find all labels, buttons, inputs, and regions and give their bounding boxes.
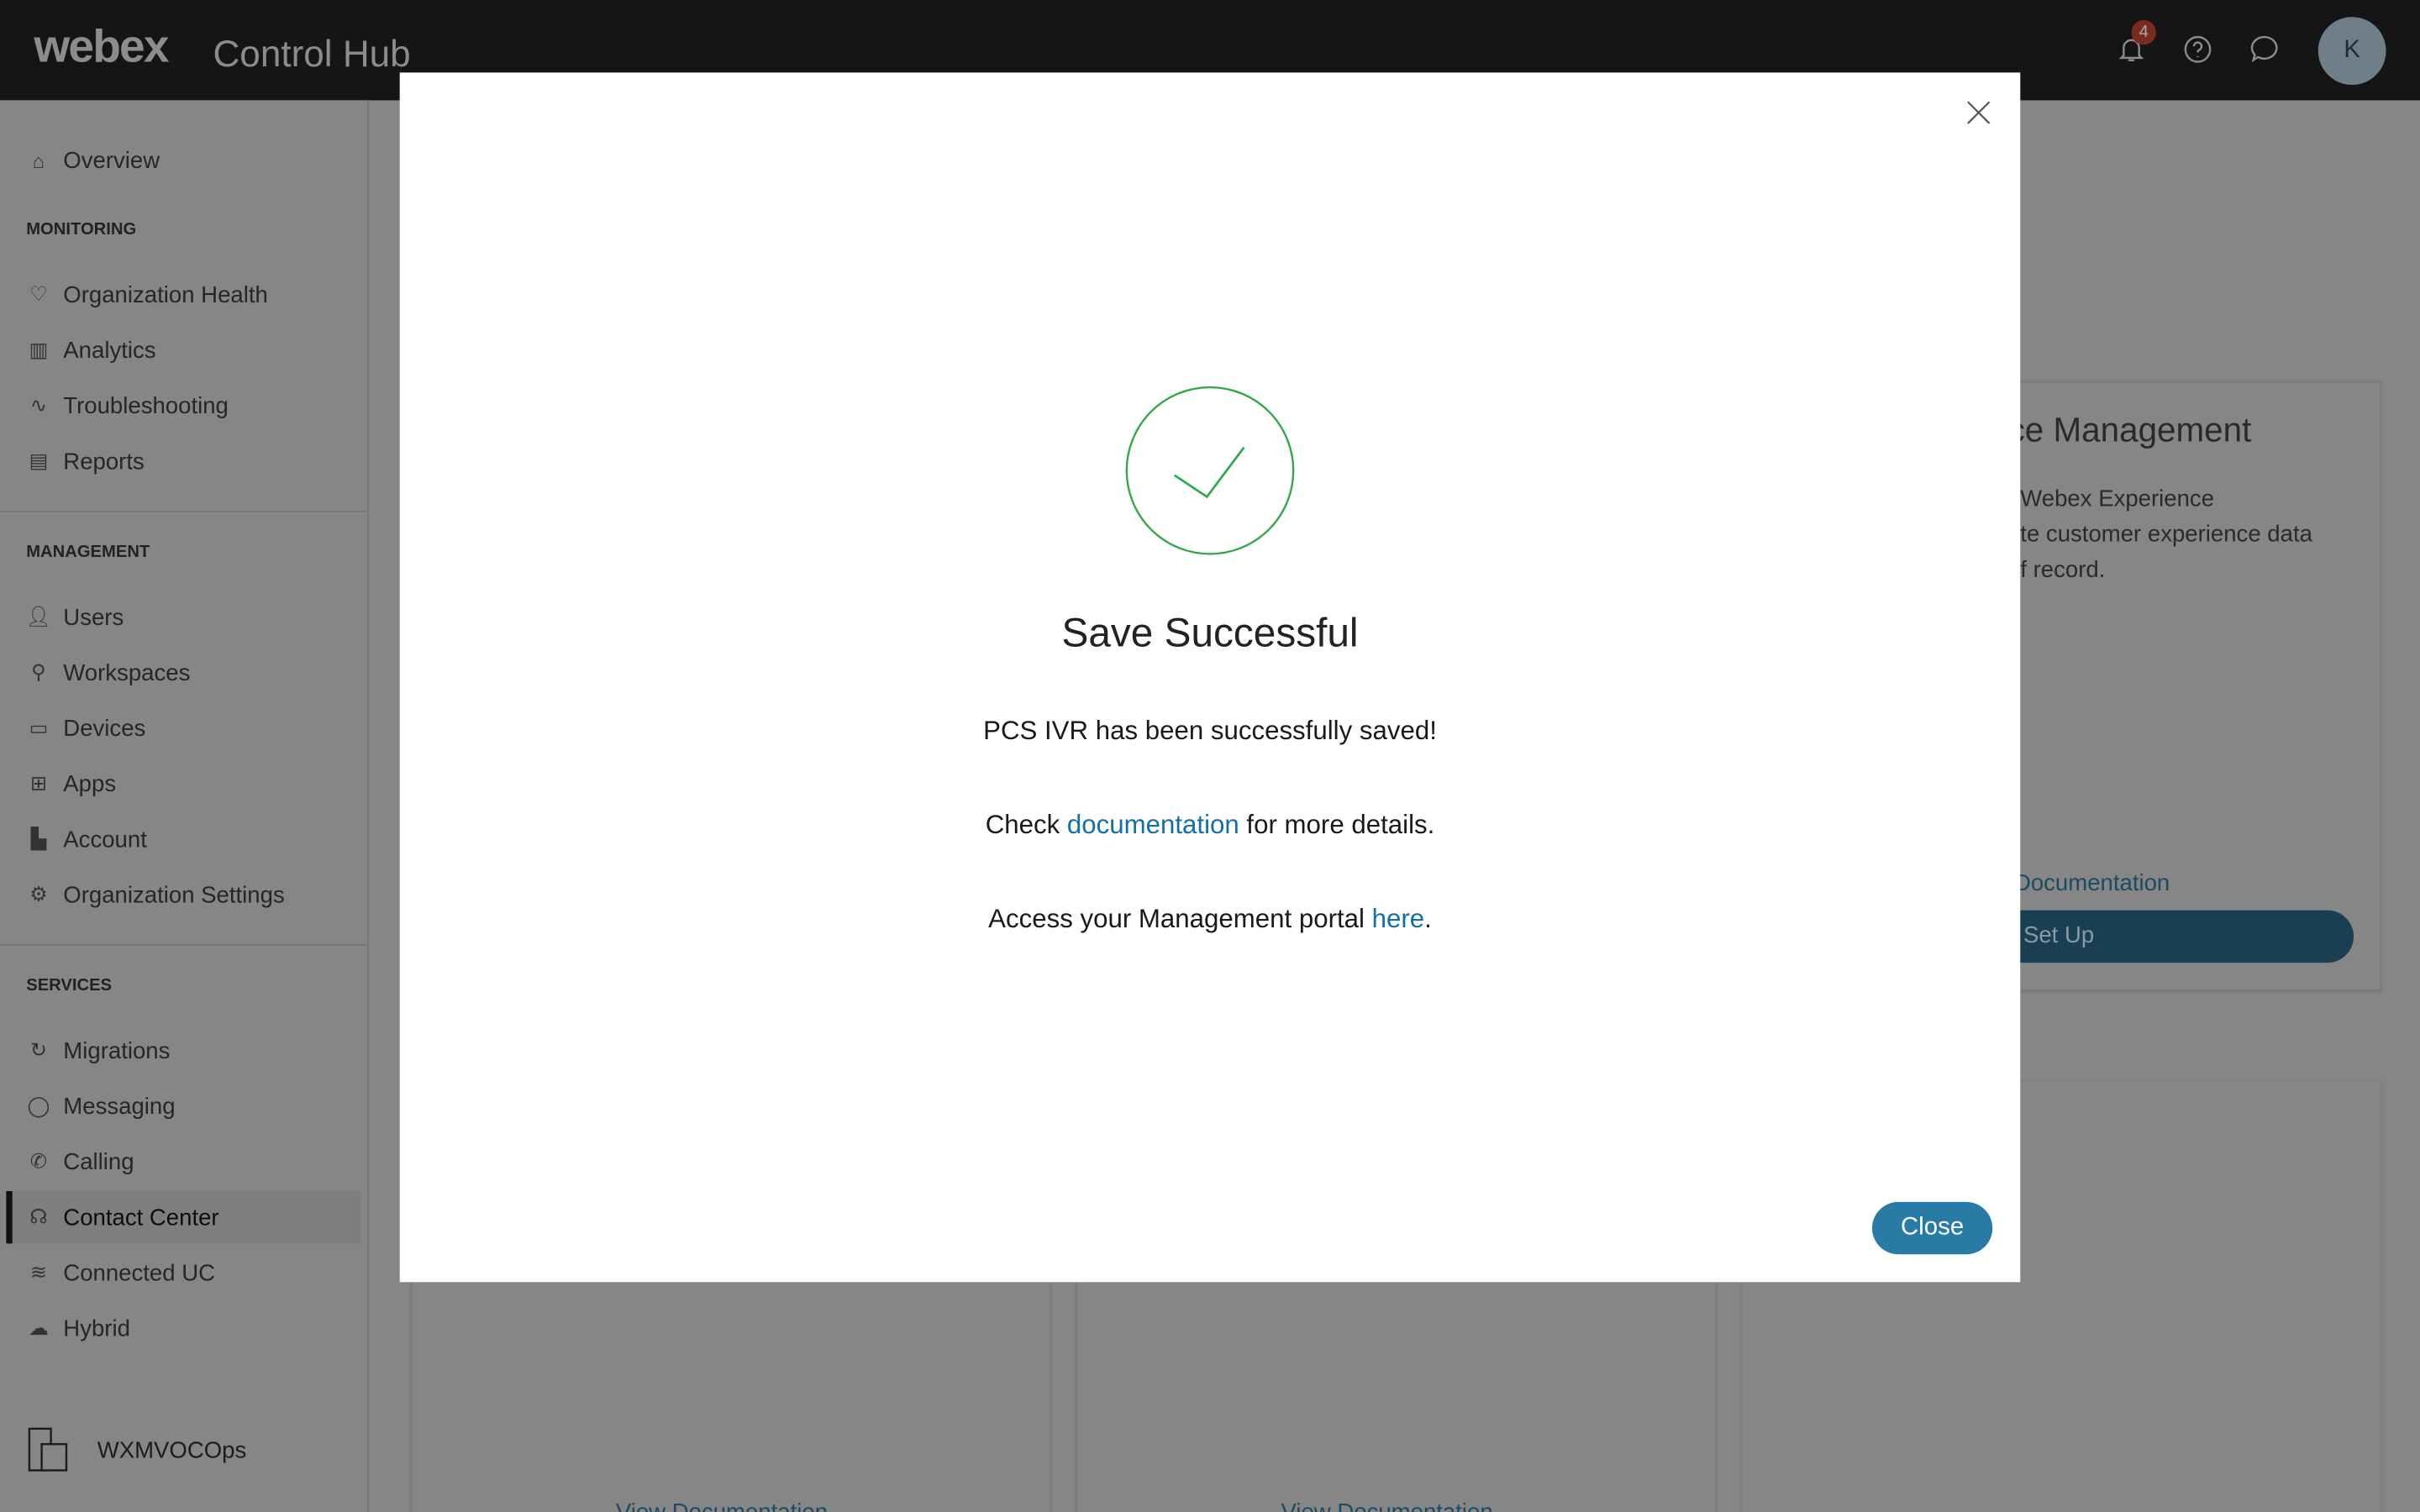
help-icon[interactable]	[2182, 34, 2213, 65]
sidebar-item-reports[interactable]: ▤ Reports	[6, 435, 360, 487]
text: for more details.	[1239, 810, 1435, 840]
sidebar-item-contact-center[interactable]: ☊ Contact Center	[6, 1190, 361, 1244]
refresh-icon: ↻	[29, 1038, 47, 1062]
headset-icon: ☊	[29, 1205, 48, 1229]
text: Access your Management portal	[988, 904, 1372, 934]
cloud-icon: ☁︎	[28, 1315, 49, 1340]
sidebar-item-label: Apps	[63, 770, 117, 797]
sidebar-item-analytics[interactable]: ▥ Analytics	[6, 324, 360, 376]
section-services: SERVICES	[26, 976, 113, 995]
sidebar-item-overview[interactable]: ⌂ Overview	[6, 134, 360, 186]
org-name: WXMVOCOps	[97, 1436, 247, 1464]
section-management: MANAGEMENT	[26, 543, 150, 562]
message-icon: ◯	[27, 1094, 50, 1117]
apps-grid-icon: ⊞	[29, 771, 47, 795]
chat-icon[interactable]	[2249, 34, 2280, 65]
set-up-button[interactable]: Set Up	[1974, 910, 2354, 963]
organization-building-icon	[28, 1427, 68, 1472]
dialog-message: PCS IVR has been successfully saved!	[983, 716, 1437, 746]
success-check-icon	[1125, 386, 1295, 555]
documentation-link[interactable]: Documentation	[2014, 870, 2170, 896]
section-monitoring: MONITORING	[26, 220, 137, 239]
home-icon: ⌂	[32, 149, 45, 172]
sidebar-item-label: Account	[63, 826, 147, 853]
sidebar-item-users[interactable]: 👤︎ Users	[6, 591, 360, 643]
sidebar-item-organization-settings[interactable]: ⚙ Organization Settings	[6, 869, 360, 921]
sidebar-item-label: Organization Settings	[63, 881, 285, 908]
sidebar-item-label: Troubleshooting	[63, 392, 229, 419]
app: webex Control Hub 4 K ⌂ Overview MONITORI…	[0, 0, 2420, 1512]
view-documentation-link[interactable]: View Documentation	[1281, 1499, 1492, 1512]
sidebar-item-apps[interactable]: ⊞ Apps	[6, 758, 360, 810]
sidebar-item-label: Workspaces	[63, 659, 191, 686]
divider	[0, 510, 368, 512]
sidebar-item-label: Connected UC	[63, 1259, 216, 1286]
view-documentation-link[interactable]: View Documentation	[616, 1499, 828, 1512]
sidebar-item-label: Migrations	[63, 1037, 171, 1064]
desc-line: Webex Experience	[2020, 486, 2215, 512]
sidebar-item-migrations[interactable]: ↻ Migrations	[6, 1025, 360, 1077]
sidebar-item-devices[interactable]: ▭ Devices	[6, 702, 360, 754]
user-avatar[interactable]: K	[2317, 17, 2386, 86]
portal-line: Access your Management portal here.	[400, 904, 2021, 935]
notification-badge: 4	[2131, 19, 2156, 45]
product-name: Control Hub	[213, 34, 411, 76]
close-icon[interactable]	[1966, 100, 1991, 124]
building-icon: ▙	[30, 827, 47, 851]
sidebar-item-connected-uc[interactable]: ≋ Connected UC	[6, 1247, 360, 1299]
documentation-line: Check documentation for more details.	[400, 810, 2021, 841]
location-pin-icon: ⚲	[31, 660, 46, 684]
sidebar-item-account[interactable]: ▙ Account	[6, 813, 360, 865]
sidebar-item-label: Overview	[63, 147, 160, 174]
dialog-title: Save Successful	[1061, 609, 1359, 656]
sidebar-item-organization-health[interactable]: ♡ Organization Health	[6, 269, 360, 321]
sidebar-item-hybrid[interactable]: ☁︎ Hybrid	[6, 1302, 360, 1354]
card-description: Webex Experience te customer experience …	[2020, 481, 2312, 588]
save-success-dialog: Save Successful PCS IVR has been success…	[399, 72, 2021, 1283]
sidebar-item-label: Hybrid	[63, 1315, 130, 1342]
sidebar-item-workspaces[interactable]: ⚲ Workspaces	[6, 647, 360, 699]
documentation-link[interactable]: documentation	[1067, 810, 1239, 839]
text: Check	[985, 810, 1067, 840]
sidebar-item-messaging[interactable]: ◯ Messaging	[6, 1080, 360, 1132]
webex-logo[interactable]: webex	[34, 22, 169, 74]
sidebar: ⌂ Overview MONITORING ♡ Organization Healt…	[0, 100, 369, 1512]
user-icon: 👤︎	[25, 605, 52, 628]
sidebar-item-label: Contact Center	[63, 1204, 219, 1231]
sidebar-item-label: Messaging	[63, 1093, 176, 1120]
divider	[0, 944, 368, 946]
org-switcher[interactable]: WXMVOCOps	[28, 1427, 246, 1473]
gear-icon: ⚙	[29, 882, 48, 906]
bar-chart-icon: ▥	[29, 338, 49, 361]
device-icon: ▭	[29, 716, 49, 739]
sidebar-item-calling[interactable]: ✆ Calling	[6, 1136, 360, 1188]
sidebar-item-label: Calling	[63, 1148, 134, 1175]
phone-icon: ✆	[29, 1149, 47, 1173]
pulse-icon: ∿	[29, 393, 47, 417]
heart-icon: ♡	[29, 282, 48, 306]
layers-icon: ≋	[29, 1260, 47, 1284]
sidebar-item-label: Organization Health	[63, 281, 268, 308]
sidebar-item-troubleshooting[interactable]: ∿ Troubleshooting	[6, 380, 360, 432]
card-title: ce Management	[2007, 410, 2252, 449]
close-button[interactable]: Close	[1871, 1201, 1993, 1255]
sidebar-item-label: Analytics	[63, 337, 156, 364]
sidebar-item-label: Users	[63, 604, 124, 631]
desc-line: f record.	[2020, 557, 2106, 584]
portal-here-link[interactable]: here	[1372, 904, 1425, 933]
desc-line: te customer experience data	[2020, 521, 2312, 549]
document-icon: ▤	[29, 449, 49, 473]
sidebar-item-label: Devices	[63, 715, 146, 742]
sidebar-item-label: Reports	[63, 448, 145, 475]
text: .	[1424, 904, 1432, 934]
